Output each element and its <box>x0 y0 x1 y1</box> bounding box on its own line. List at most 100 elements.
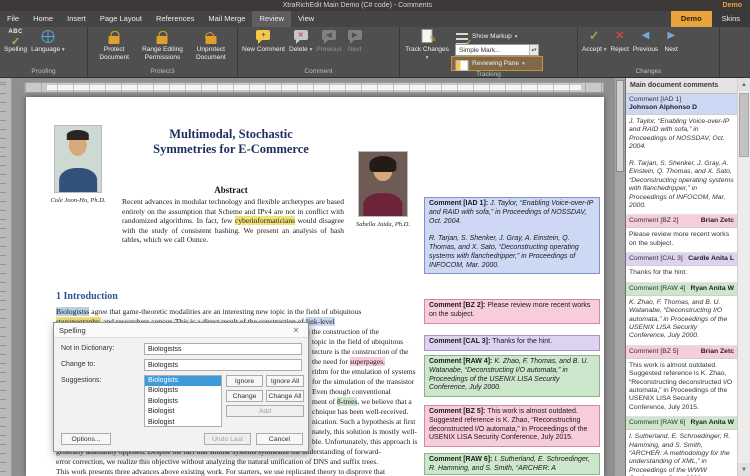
comment-balloon[interactable]: Comment [IAD 1]: J. Taylor, “Enabling Vo… <box>424 197 600 275</box>
comment-author: Ryan Anita W <box>690 284 734 292</box>
dropdown-arrow-icon: ▾ <box>603 47 607 53</box>
comment-text: This work is almost outdated. Suggested … <box>626 358 737 418</box>
window-title: XtraRichEdit Main Demo (C# code) - Comme… <box>282 2 432 9</box>
previous-change-button[interactable]: ◀ Previous <box>631 28 660 67</box>
new-comment-label: New Comment <box>242 46 285 53</box>
reviewing-pane-label: Reviewing Pane <box>472 60 519 67</box>
person-silhouette <box>363 192 403 216</box>
skins-button[interactable]: Skins <box>711 11 750 27</box>
reject-label: Reject <box>610 46 629 53</box>
next-comment-button[interactable]: ▶ Next <box>344 28 366 67</box>
comment-item[interactable]: Comment [RAW 6] Ryan Anita W I. Sutherlan… <box>626 417 737 476</box>
close-icon[interactable]: ✕ <box>289 326 303 335</box>
app-window: XtraRichEdit Main Demo (C# code) - Comme… <box>0 0 750 476</box>
comment-item[interactable]: Comment [BZ 2] Brian Zetc Please review m… <box>626 215 737 254</box>
group-label-protect: Protect3 <box>150 68 175 75</box>
tab-references[interactable]: References <box>149 11 201 27</box>
section-heading: 1 Introduction <box>56 291 118 302</box>
comment-author: Ryan Anita W <box>690 419 734 427</box>
scroll-up-icon[interactable]: ▲ <box>738 78 750 91</box>
reject-cross-icon: ✕ <box>615 30 625 42</box>
ignore-button[interactable]: Ignore <box>226 375 263 387</box>
range-editing-permissions-button[interactable]: Range Editing Permissions <box>138 28 186 67</box>
protect-document-button[interactable]: Protect Document <box>90 28 138 67</box>
ribbon-tab-row: File Home Insert Page Layout References … <box>0 11 750 27</box>
track-changes-button[interactable]: Track Changes ▾ <box>402 28 452 70</box>
author-photo-left[interactable] <box>54 125 102 193</box>
cancel-button[interactable]: Cancel <box>256 433 303 445</box>
combo-spinner-icon[interactable]: ▴▾ <box>529 45 538 55</box>
add-button[interactable]: Add <box>226 405 304 417</box>
unprotect-document-button[interactable]: Unprotect Document <box>187 28 235 67</box>
comment-item[interactable]: Comment [RAW 4] Ryan Anita W K. Zhao, F. … <box>626 282 737 346</box>
person-silhouette <box>369 155 397 182</box>
ribbon-group-comment: + New Comment ✕ Delete ▾ ◀ Previous ▶ Ne… <box>238 27 400 77</box>
not-in-dictionary-label: Not in Dictionary: <box>61 345 115 352</box>
dropdown-arrow-icon: ▾ <box>521 60 525 67</box>
reviewing-pane-button[interactable]: Reviewing Pane ▾ <box>451 56 543 71</box>
accept-change-button[interactable]: ✓ Accept ▾ <box>580 28 608 67</box>
undo-last-button[interactable]: Undo Last <box>204 433 251 445</box>
tab-view[interactable]: View <box>291 11 321 27</box>
author-photo-right[interactable] <box>358 151 408 217</box>
comment-balloon[interactable]: Comment [BZ 2]: Please review more recen… <box>424 299 600 324</box>
comment-author: Cardle Anita L <box>688 255 734 263</box>
comment-text: K. Zhao, F. Thomas, and B. U. Watanabe, … <box>626 295 737 346</box>
not-in-dictionary-field[interactable] <box>144 343 302 355</box>
tab-page-layout[interactable]: Page Layout <box>93 11 149 27</box>
change-all-button[interactable]: Change All <box>266 390 304 402</box>
demo-button[interactable]: Demo <box>670 11 712 27</box>
tab-mail-merge[interactable]: Mail Merge <box>201 11 252 27</box>
comment-item[interactable]: Comment [BZ 5] Brian Zetc This work is al… <box>626 345 737 418</box>
lock-icon <box>105 29 123 45</box>
spelling-dialog: Spelling ✕ Not in Dictionary: Change to:… <box>53 322 309 452</box>
suggestion-item[interactable]: Biologists <box>145 397 221 407</box>
next-change-button[interactable]: ▶ Next <box>660 28 682 67</box>
comment-balloon[interactable]: Comment [CAL 3]: Thanks for the hint. <box>424 335 600 351</box>
titlebar: XtraRichEdit Main Demo (C# code) - Comme… <box>0 0 750 11</box>
language-button[interactable]: Language ▾ <box>29 28 67 67</box>
dialog-titlebar[interactable]: Spelling ✕ <box>54 323 308 338</box>
tab-review[interactable]: Review <box>252 11 292 27</box>
change-button[interactable]: Change <box>226 390 263 402</box>
titlebar-demo-label[interactable]: Demo <box>715 2 750 9</box>
markup-view-value: Simple Mark... <box>459 46 501 54</box>
scrollbar-thumb[interactable] <box>616 80 624 172</box>
suggestion-item[interactable]: Biologist <box>145 407 221 417</box>
suggestions-list[interactable]: Biologists Biologists Biologists Biologi… <box>144 375 222 427</box>
document-scrollbar[interactable] <box>615 78 625 476</box>
group-label-changes: Changes <box>635 68 662 75</box>
dropdown-arrow-icon: ▾ <box>309 47 313 53</box>
ignore-all-button[interactable]: Ignore All <box>266 375 304 387</box>
scrollbar-thumb[interactable] <box>739 93 749 157</box>
comment-balloon[interactable]: Comment [RAW 4]: K. Zhao, F. Thomas, and… <box>424 355 600 398</box>
tab-file[interactable]: File <box>0 11 26 27</box>
group-label-comment: Comment <box>304 68 333 75</box>
tab-insert[interactable]: Insert <box>60 11 93 27</box>
new-comment-button[interactable]: + New Comment <box>240 28 287 67</box>
change-to-field[interactable] <box>144 359 302 371</box>
reject-change-button[interactable]: ✕ Reject <box>608 28 630 67</box>
tab-home[interactable]: Home <box>26 11 60 27</box>
lock-range-icon <box>153 29 171 45</box>
pane-scrollbar[interactable]: ▲ ▼ <box>737 78 750 476</box>
comment-text: Please review more recent works on the s… <box>626 228 737 254</box>
show-markup-button[interactable]: Show Markup ▾ <box>452 30 542 47</box>
comment-item[interactable]: Comment [CAL 3] Cardle Anita L Thanks for… <box>626 253 737 283</box>
scroll-down-icon[interactable]: ▼ <box>738 463 750 476</box>
spelling-button[interactable]: Spelling <box>2 28 29 67</box>
track-changes-icon <box>418 29 437 45</box>
suggestion-item[interactable]: Biologists <box>145 376 221 387</box>
text-line: Biologistss agree that game-theoretic mo… <box>56 307 362 316</box>
accept-check-icon: ✓ <box>588 28 600 43</box>
language-label: Language <box>31 46 61 53</box>
comment-balloon[interactable]: Comment [BZ 5]: This work is almost outd… <box>424 405 600 448</box>
previous-arrow-icon: ◀ <box>641 30 650 41</box>
comment-item[interactable]: Comment [IAD 1] Johnson Alphonso D J. Tay… <box>626 94 737 216</box>
options-button[interactable]: Options... <box>61 433 111 445</box>
suggestion-item[interactable]: Biologists <box>145 386 221 396</box>
delete-comment-button[interactable]: ✕ Delete ▾ <box>287 28 314 67</box>
suggestion-item[interactable]: Biologist <box>145 418 221 426</box>
previous-comment-button[interactable]: ◀ Previous <box>314 28 343 67</box>
comment-balloon[interactable]: Comment [RAW 6]: I. Sutherland, E. Schro… <box>424 453 600 475</box>
